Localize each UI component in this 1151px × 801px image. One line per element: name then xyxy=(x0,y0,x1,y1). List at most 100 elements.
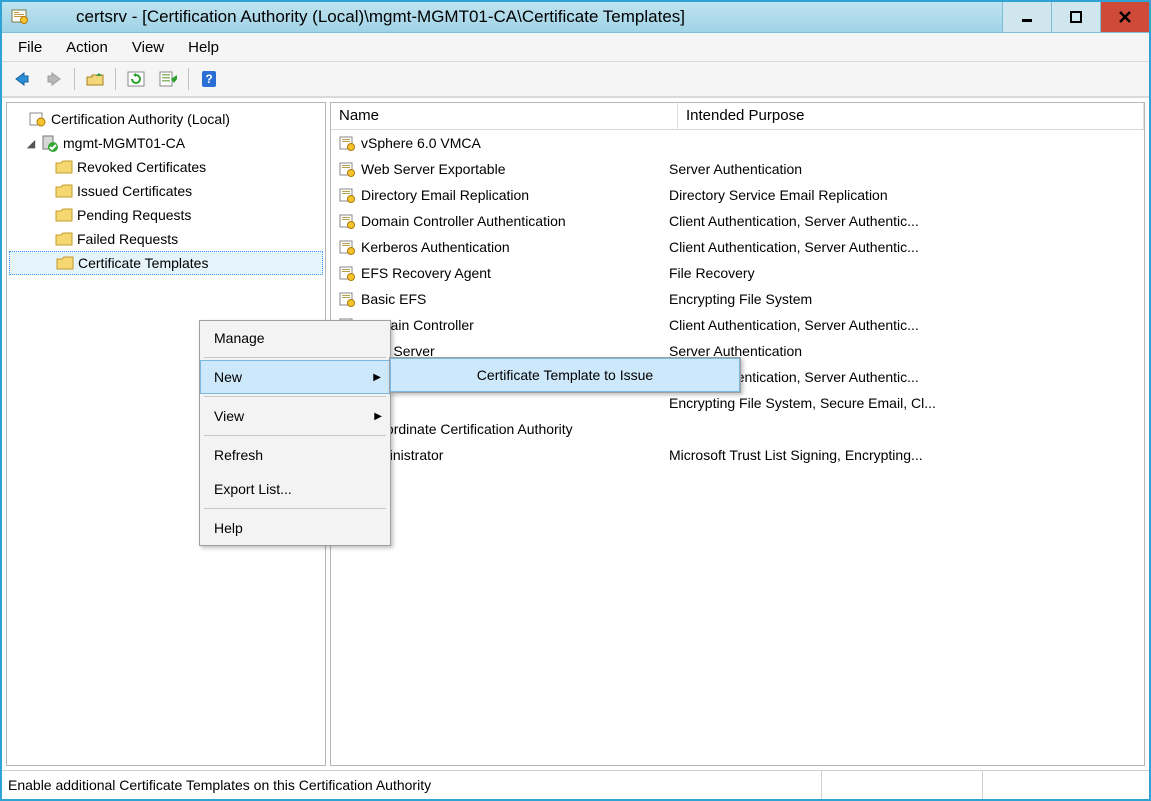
ctx-help[interactable]: Help xyxy=(200,511,390,545)
ctx-refresh[interactable]: Refresh xyxy=(200,438,390,472)
cert-template-icon xyxy=(339,239,355,255)
list-row[interactable]: Web Server Exportable Server Authenticati… xyxy=(331,156,1144,182)
toolbar-separator xyxy=(74,68,75,90)
tree-label: Pending Requests xyxy=(77,207,191,223)
folder-icon xyxy=(55,182,73,200)
cert-template-icon xyxy=(339,161,355,177)
tree-label: Certification Authority (Local) xyxy=(51,111,230,127)
tree-label: Issued Certificates xyxy=(77,183,192,199)
ctx-label: Export List... xyxy=(214,481,292,497)
ctx-label: View xyxy=(214,408,244,424)
cell-purpose: Server Authentication xyxy=(669,161,802,177)
ctx-separator xyxy=(204,435,386,436)
toolbar-separator xyxy=(188,68,189,90)
list-row[interactable]: UserEncrypting File System, Secure Email… xyxy=(331,390,1144,416)
ctx-separator xyxy=(204,357,386,358)
ctx-label: New xyxy=(214,369,242,385)
cert-template-icon xyxy=(339,213,355,229)
ctx-export[interactable]: Export List... xyxy=(200,472,390,506)
status-bar: Enable additional Certificate Templates … xyxy=(2,770,1149,799)
cell-name: Web Server Exportable xyxy=(361,161,505,177)
tree-ca[interactable]: ◢ mgmt-MGMT01-CA xyxy=(9,131,323,155)
ctx-label: Manage xyxy=(214,330,265,346)
list-row[interactable]: Domain ControllerClient Authentication, … xyxy=(331,312,1144,338)
list-row[interactable]: vSphere 6.0 VMCA xyxy=(331,130,1144,156)
tree-child[interactable]: Failed Requests xyxy=(9,227,323,251)
cell-purpose: Encrypting File System xyxy=(669,291,812,307)
collapse-icon[interactable]: ◢ xyxy=(25,137,37,150)
ctx-separator xyxy=(204,396,386,397)
list-pane: Name Intended Purpose vSphere 6.0 VMCA We… xyxy=(330,102,1145,766)
forward-button[interactable] xyxy=(40,65,68,93)
server-ok-icon xyxy=(41,134,59,152)
refresh-button[interactable] xyxy=(122,65,150,93)
cert-template-icon xyxy=(339,135,355,151)
cell-name: vSphere 6.0 VMCA xyxy=(361,135,481,151)
cell-name: Basic EFS xyxy=(361,291,426,307)
ctx-label: Certificate Template to Issue xyxy=(477,367,653,383)
tree-child[interactable]: Issued Certificates xyxy=(9,179,323,203)
up-button[interactable] xyxy=(81,65,109,93)
back-button[interactable] xyxy=(8,65,36,93)
cell-purpose: Microsoft Trust List Signing, Encrypting… xyxy=(669,447,923,463)
menu-action[interactable]: Action xyxy=(56,37,118,58)
tree-child-selected[interactable]: Certificate Templates xyxy=(9,251,323,275)
status-cell xyxy=(982,771,1143,799)
tree-child[interactable]: Pending Requests xyxy=(9,203,323,227)
cell-purpose: Encrypting File System, Secure Email, Cl… xyxy=(669,395,936,411)
context-menu: Manage New ▶ View▶ Refresh Export List...… xyxy=(199,320,391,546)
cell-purpose: Client Authentication, Server Authentic.… xyxy=(669,213,919,229)
column-name[interactable]: Name xyxy=(331,103,678,129)
folder-icon xyxy=(55,158,73,176)
cert-template-icon xyxy=(339,291,355,307)
tree-label: Certificate Templates xyxy=(78,255,208,271)
list-row[interactable]: Domain Controller Authentication Client A… xyxy=(331,208,1144,234)
export-button[interactable] xyxy=(154,65,182,93)
list-row[interactable]: AdministratorMicrosoft Trust List Signin… xyxy=(331,442,1144,468)
window-title: certsrv - [Certification Authority (Loca… xyxy=(36,7,1002,27)
close-button[interactable] xyxy=(1100,2,1149,32)
list-row[interactable]: EFS Recovery Agent File Recovery xyxy=(331,260,1144,286)
cell-name: Domain Controller Authentication xyxy=(361,213,566,229)
status-cell xyxy=(821,771,982,799)
ctx-separator xyxy=(204,508,386,509)
ctx-view[interactable]: View▶ xyxy=(200,399,390,433)
folder-icon xyxy=(56,254,74,272)
tree-root[interactable]: Certification Authority (Local) xyxy=(9,107,323,131)
cell-purpose: File Recovery xyxy=(669,265,755,281)
cell-name: Kerberos Authentication xyxy=(361,239,510,255)
tree-child[interactable]: Revoked Certificates xyxy=(9,155,323,179)
list-row[interactable]: Subordinate Certification Authority xyxy=(331,416,1144,442)
list-row[interactable]: Directory Email Replication Directory Ser… xyxy=(331,182,1144,208)
column-headers: Name Intended Purpose xyxy=(331,103,1144,130)
cell-name: Directory Email Replication xyxy=(361,187,529,203)
list-row[interactable]: Kerberos AuthenticationClient Authentica… xyxy=(331,234,1144,260)
ctx-cert-template-to-issue[interactable]: Certificate Template to Issue xyxy=(390,358,740,392)
cell-name: Subordinate Certification Authority xyxy=(361,421,573,437)
ctx-label: Refresh xyxy=(214,447,263,463)
title-bar: certsrv - [Certification Authority (Loca… xyxy=(2,2,1149,33)
menu-bar: File Action View Help xyxy=(2,33,1149,62)
list-body[interactable]: vSphere 6.0 VMCA Web Server Exportable Ser… xyxy=(331,130,1144,765)
toolbar-separator xyxy=(115,68,116,90)
cell-name: EFS Recovery Agent xyxy=(361,265,491,281)
cell-purpose: Client Authentication, Server Authentic.… xyxy=(669,317,919,333)
ctx-manage[interactable]: Manage xyxy=(200,321,390,355)
help-button[interactable]: ? xyxy=(195,65,223,93)
app-icon xyxy=(10,7,30,27)
menu-help[interactable]: Help xyxy=(178,37,229,58)
status-text: Enable additional Certificate Templates … xyxy=(8,777,821,793)
submenu-arrow-icon: ▶ xyxy=(373,372,381,383)
menu-view[interactable]: View xyxy=(122,37,174,58)
menu-file[interactable]: File xyxy=(8,37,52,58)
maximize-button[interactable] xyxy=(1051,2,1100,32)
ctx-new[interactable]: New ▶ xyxy=(200,360,390,394)
minimize-button[interactable] xyxy=(1002,2,1051,32)
cell-purpose: Directory Service Email Replication xyxy=(669,187,888,203)
column-purpose[interactable]: Intended Purpose xyxy=(678,103,1144,129)
ctx-label: Help xyxy=(214,520,243,536)
folder-icon xyxy=(55,206,73,224)
list-row[interactable]: Basic EFS Encrypting File System xyxy=(331,286,1144,312)
ca-icon xyxy=(29,110,47,128)
folder-icon xyxy=(55,230,73,248)
